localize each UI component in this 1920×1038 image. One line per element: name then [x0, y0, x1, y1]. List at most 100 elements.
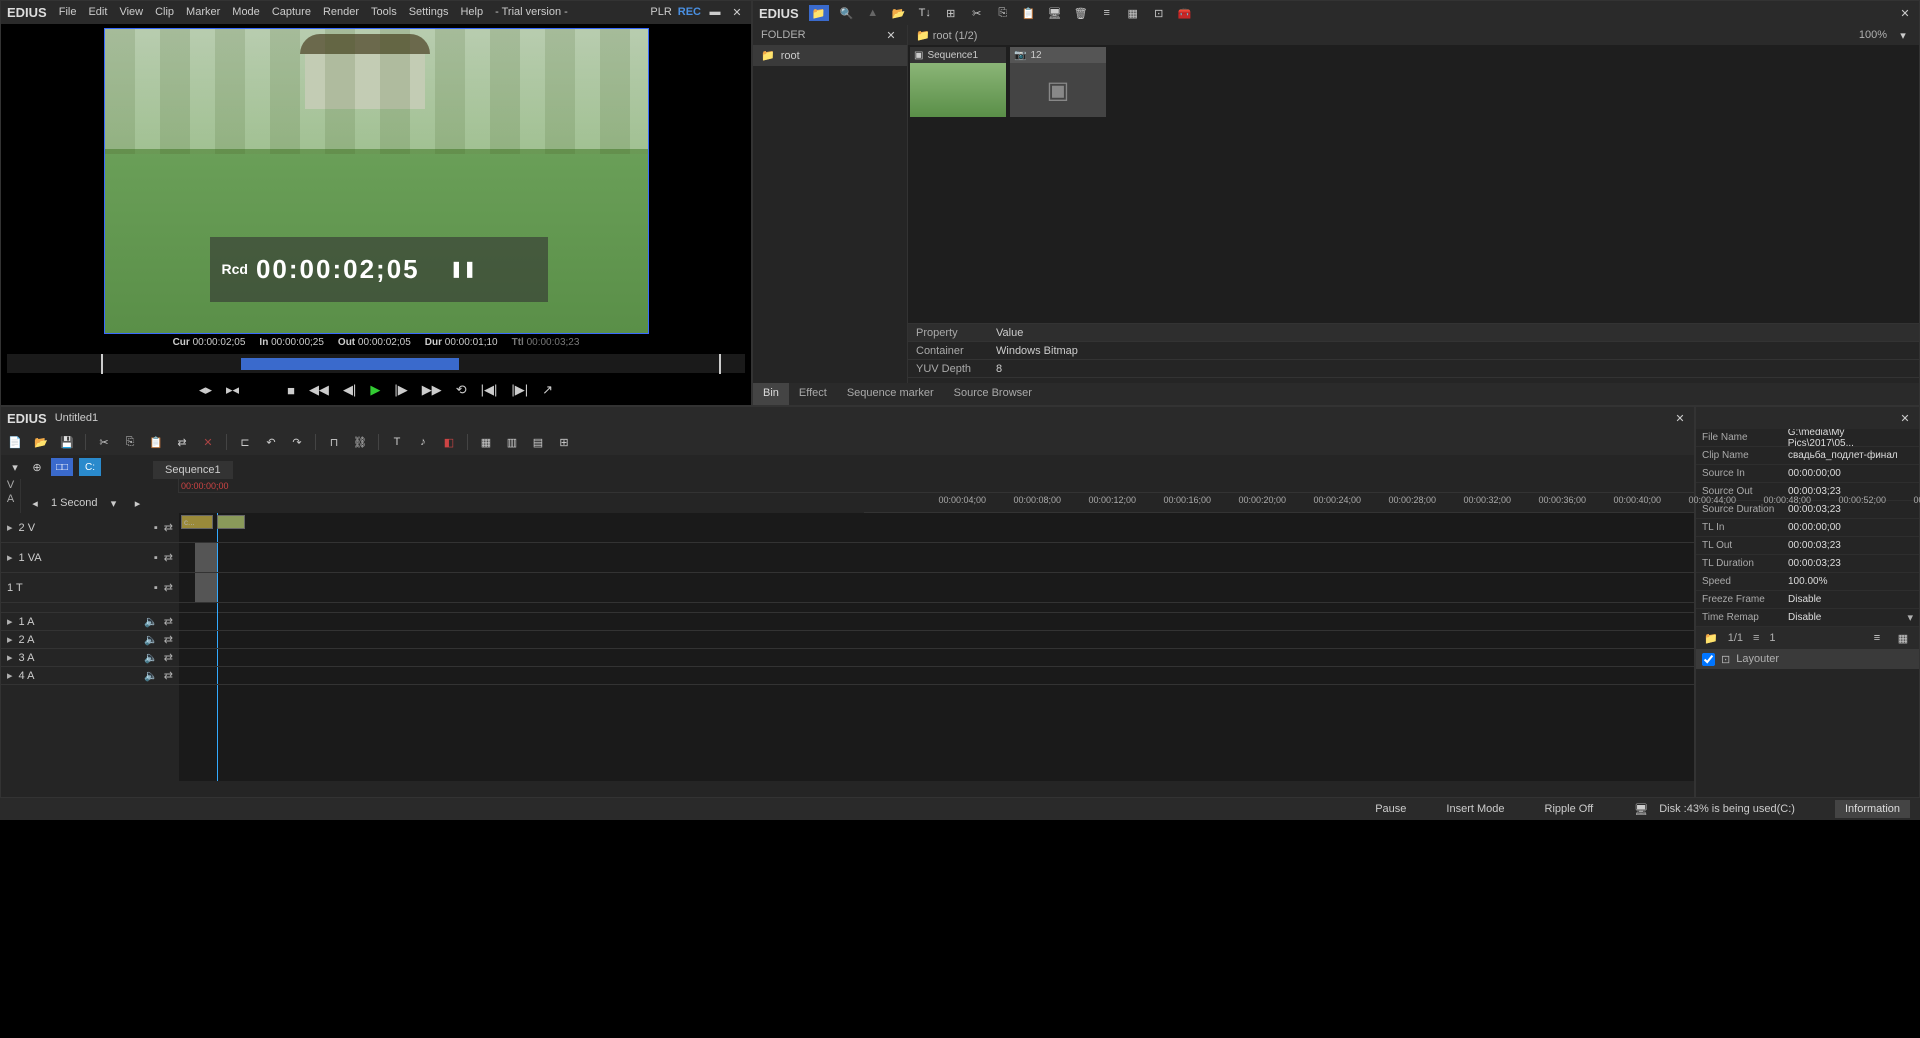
timeline-clip-2[interactable] [217, 515, 245, 529]
fast-forward-button[interactable]: ▶▶ [422, 382, 442, 398]
list-view-icon[interactable]: ≡ [1869, 630, 1885, 646]
next-frame-button[interactable]: |▶ [394, 382, 407, 398]
tl-undo-icon[interactable]: ↶ [263, 434, 279, 450]
tab-effect[interactable]: Effect [789, 383, 837, 405]
clip-12[interactable]: 📷12 ▣ [1010, 47, 1106, 117]
loop-button[interactable]: ⟲ [456, 382, 467, 398]
tl-ripple-icon[interactable]: ⇄ [174, 434, 190, 450]
new-icon[interactable]: 📄 [7, 434, 23, 450]
save-icon[interactable]: 💾 [59, 434, 75, 450]
prev-edit-button[interactable]: |◀| [481, 382, 498, 398]
tab-sequence-marker[interactable]: Sequence marker [837, 383, 944, 405]
folder-icon[interactable]: 📁 [809, 5, 829, 21]
timeline-close-icon[interactable]: ✕ [1672, 410, 1688, 426]
tab-source-browser[interactable]: Source Browser [944, 383, 1042, 405]
menu-file[interactable]: File [59, 6, 77, 18]
menu-edit[interactable]: Edit [88, 6, 107, 18]
tl-delete-icon[interactable]: ✕ [200, 434, 216, 450]
overwrite-mode-button[interactable]: C: [79, 458, 101, 476]
menu-clip[interactable]: Clip [155, 6, 174, 18]
display-icon[interactable]: 🖥 [1047, 5, 1063, 21]
mute-icon[interactable]: 🔈 [144, 669, 158, 682]
tl-multicam-icon[interactable]: ⊞ [556, 434, 572, 450]
play-button[interactable]: ▶ [370, 382, 380, 398]
menu-render[interactable]: Render [323, 6, 359, 18]
chevron-down-icon[interactable]: ▾ [1895, 27, 1911, 43]
set-in-button[interactable]: ◂▸ [199, 382, 212, 398]
layouter-row[interactable]: ⊡ Layouter [1696, 649, 1919, 669]
lock-icon[interactable]: ▪ [154, 522, 158, 534]
sequence-tab[interactable]: Sequence1 [153, 461, 233, 479]
timeline-tracks[interactable]: с... [179, 513, 1694, 781]
scale-label[interactable]: 1 Second [51, 497, 97, 509]
next-edit-button[interactable]: |▶| [511, 382, 528, 398]
lock-icon[interactable]: ▪ [154, 582, 158, 594]
bin-close-icon[interactable]: ✕ [1897, 5, 1913, 21]
timeline-ruler-top[interactable]: 00:00:00;00 [179, 479, 1694, 493]
clip-sequence1[interactable]: ▣Sequence1 [910, 47, 1006, 117]
tl-audio-icon[interactable]: ♪ [415, 434, 431, 450]
tl-split-icon[interactable]: ⊏ [237, 434, 253, 450]
cut-icon[interactable]: ✂ [969, 5, 985, 21]
insert-mode-button[interactable]: □□ [51, 458, 73, 476]
stop-button[interactable]: ■ [287, 383, 295, 398]
track-2a[interactable]: ▸2 A🔈⇄ [1, 631, 179, 649]
track-4a[interactable]: ▸4 A🔈⇄ [1, 667, 179, 685]
patch-icon[interactable]: ⇄ [164, 633, 173, 646]
folder-root[interactable]: 📁 root [753, 45, 907, 66]
track-1t[interactable]: 1 T▪⇄ [1, 573, 179, 603]
mute-icon[interactable]: 🔈 [144, 633, 158, 646]
mute-icon[interactable]: 🔈 [144, 651, 158, 664]
set-out-button[interactable]: ▸◂ [226, 382, 239, 398]
clips-area[interactable]: ▣Sequence1 📷12 ▣ [908, 45, 1919, 323]
preview-video[interactable]: Rcd 00:00:02;05 ❚❚ [104, 28, 649, 334]
prev-frame-button[interactable]: ◀| [343, 382, 356, 398]
tl-title-icon[interactable]: T [389, 434, 405, 450]
list-icon[interactable]: ▦ [1125, 5, 1141, 21]
patch-icon[interactable]: ⇄ [164, 651, 173, 664]
minimize-icon[interactable]: ▬ [707, 4, 723, 20]
open-icon[interactable]: 📂 [33, 434, 49, 450]
menu-capture[interactable]: Capture [272, 6, 311, 18]
expand-icon[interactable]: ▸ [7, 615, 13, 628]
info-close-icon[interactable]: ✕ [1897, 410, 1913, 426]
tl-group-icon[interactable]: ⊓ [326, 434, 342, 450]
tools-icon[interactable]: 🧰 [1177, 5, 1193, 21]
tl-copy-icon[interactable]: ⎘ [122, 434, 138, 450]
zoom-value[interactable]: 100% [1859, 29, 1887, 41]
tl-normalize-icon[interactable]: ▥ [504, 434, 520, 450]
expand-icon[interactable]: ▸ [7, 551, 13, 564]
layouter-checkbox[interactable] [1702, 653, 1715, 666]
search-icon[interactable]: 🔍 [839, 5, 855, 21]
expand-icon[interactable]: ▸ [7, 669, 13, 682]
plr-label[interactable]: PLR [650, 6, 671, 18]
ripple-mode-icon[interactable]: ▾ [7, 459, 23, 475]
scale-left-icon[interactable]: ◂ [27, 495, 43, 511]
patch-icon[interactable]: ⇄ [164, 581, 173, 594]
menu-help[interactable]: Help [460, 6, 483, 18]
timeline-scrollbar[interactable] [1, 781, 1694, 797]
track-1a[interactable]: ▸1 A🔈⇄ [1, 613, 179, 631]
add-title-icon[interactable]: T↓ [917, 5, 933, 21]
folder-close-icon[interactable]: ✕ [883, 27, 899, 43]
properties-icon[interactable]: ≡ [1099, 5, 1115, 21]
tab-bin[interactable]: Bin [753, 383, 789, 405]
patch-icon[interactable]: ⇄ [164, 521, 173, 534]
scrub-bar[interactable] [7, 354, 745, 373]
tl-match-icon[interactable]: ▤ [530, 434, 546, 450]
rewind-button[interactable]: ◀◀ [309, 382, 329, 398]
tl-color-icon[interactable]: ◧ [441, 434, 457, 450]
menu-view[interactable]: View [119, 6, 143, 18]
track-3a[interactable]: ▸3 A🔈⇄ [1, 649, 179, 667]
tl-link-icon[interactable]: ⛓ [352, 434, 368, 450]
dropdown-icon[interactable]: ▾ [1907, 611, 1913, 624]
export-button[interactable]: ↗ [542, 382, 553, 398]
new-sequence-icon[interactable]: ⊞ [943, 5, 959, 21]
tl-enable-icon[interactable]: ▦ [478, 434, 494, 450]
menu-marker[interactable]: Marker [186, 6, 220, 18]
tl-redo-icon[interactable]: ↷ [289, 434, 305, 450]
menu-settings[interactable]: Settings [409, 6, 449, 18]
expand-icon[interactable]: ▸ [7, 633, 13, 646]
scale-right-icon[interactable]: ▸ [129, 495, 145, 511]
mute-icon[interactable]: 🔈 [144, 615, 158, 628]
